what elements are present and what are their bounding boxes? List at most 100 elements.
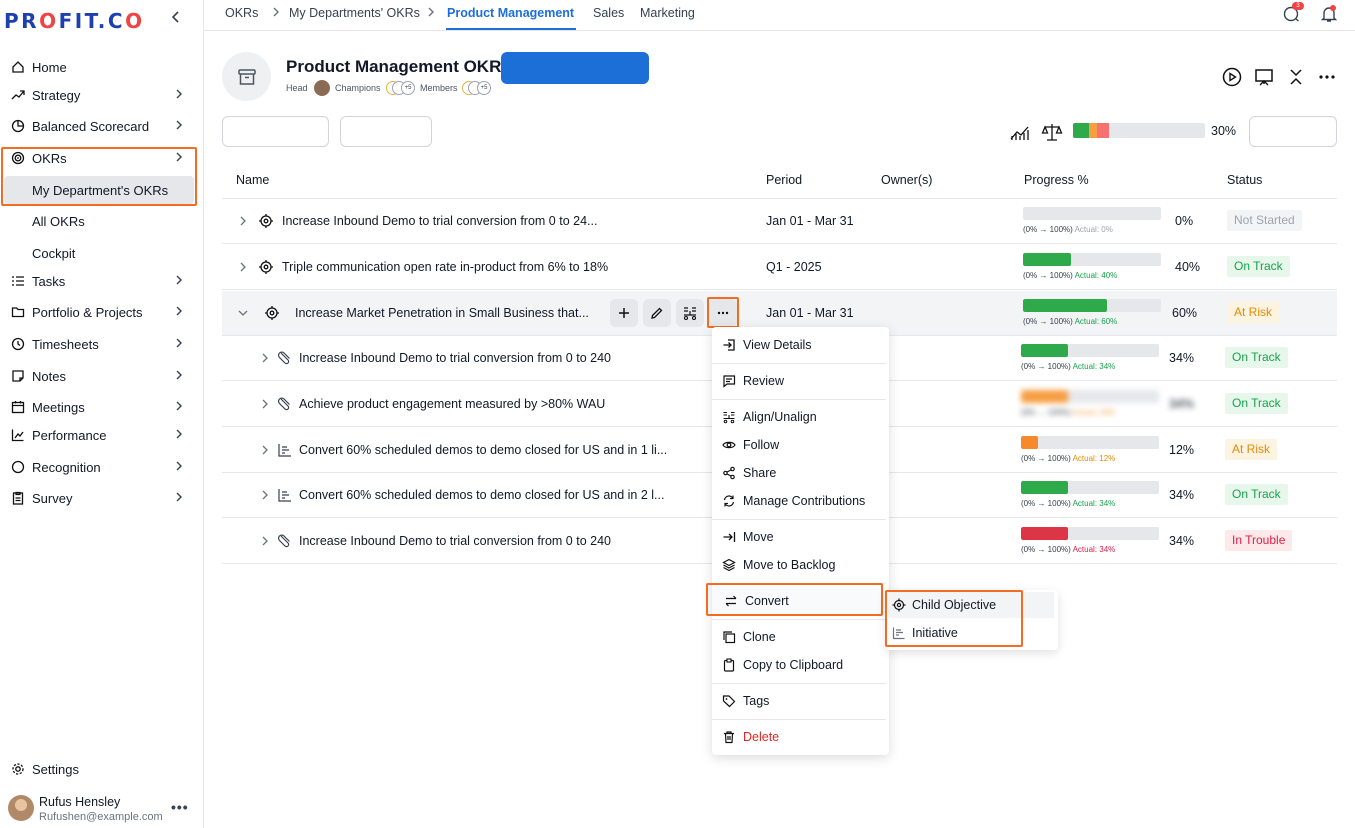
status-badge[interactable]: At Risk [1225, 439, 1278, 460]
tab-marketing[interactable]: Marketing [640, 6, 695, 20]
menu-item-view-details[interactable]: View Details [712, 331, 889, 359]
progress-range: (0% → 100%) [1023, 271, 1073, 280]
balance-scale-icon[interactable] [1041, 121, 1063, 143]
row-name[interactable]: Triple communication open rate in-produc… [282, 260, 608, 274]
row-period: Jan 01 - Mar 31 [766, 214, 854, 228]
user-profile[interactable]: Rufus Hensley Rufushen@example.com ••• [6, 793, 196, 825]
status-badge[interactable]: At Risk [1227, 302, 1280, 323]
chevron-right-icon[interactable] [259, 489, 271, 501]
status-badge[interactable]: On Track [1227, 256, 1290, 277]
sidebar-item-cockpit[interactable]: Cockpit [0, 239, 204, 267]
collapse-icon[interactable] [1285, 66, 1307, 88]
menu-item-delete[interactable]: Delete [712, 723, 889, 751]
chevron-right-icon [172, 399, 186, 413]
sidebar-item-portfolio-projects[interactable]: Portfolio & Projects [0, 298, 204, 326]
trend-chart-icon[interactable] [1009, 121, 1031, 143]
sidebar-item-tasks[interactable]: Tasks [0, 267, 204, 295]
folder-icon [10, 304, 26, 320]
menu-item-manage-contributions[interactable]: Manage Contributions [712, 487, 889, 515]
more-icon[interactable]: ••• [171, 799, 189, 815]
period-selector[interactable] [1249, 116, 1337, 147]
chevron-right-icon[interactable] [259, 398, 271, 410]
menu-item-align-unalign[interactable]: Align/Unalign [712, 403, 889, 431]
collapse-sidebar-icon[interactable] [170, 10, 182, 24]
breadcrumb-my-departments-okrs[interactable]: My Departments' OKRs [289, 6, 420, 20]
sidebar-item-all-okrs[interactable]: All OKRs [0, 207, 204, 235]
row-name[interactable]: Achieve product engagement measured by >… [299, 397, 605, 411]
highlight-submenu [885, 590, 1023, 647]
edit-button[interactable] [643, 299, 671, 327]
sidebar-item-home[interactable]: Home [0, 53, 204, 81]
align-button[interactable] [676, 299, 704, 327]
menu-item-share[interactable]: Share [712, 459, 889, 487]
sidebar-item-recognition[interactable]: Recognition [0, 453, 204, 481]
progress-caption: (0% → 100%) Actual: 34% [1021, 408, 1115, 417]
home-icon [10, 59, 26, 75]
view-button[interactable] [340, 116, 432, 147]
chevron-right-icon[interactable] [259, 444, 271, 456]
add-button[interactable] [610, 299, 638, 327]
presentation-icon[interactable] [1253, 66, 1275, 88]
chevron-down-icon[interactable] [237, 307, 249, 319]
menu-item-follow[interactable]: Follow [712, 431, 889, 459]
column-header-progress[interactable]: Progress % [1024, 173, 1089, 187]
progress-actual: Actual: 34% [1072, 362, 1116, 371]
head-avatar[interactable] [314, 80, 330, 96]
tab-product-management[interactable]: Product Management [447, 6, 574, 20]
column-header-period[interactable]: Period [766, 173, 802, 187]
members-more-count[interactable]: +5 [477, 81, 491, 95]
sidebar-item-balanced-scorecard[interactable]: Balanced Scorecard [0, 112, 204, 140]
bell-icon[interactable] [1319, 4, 1339, 24]
sidebar-item-performance[interactable]: Performance [0, 421, 204, 449]
progress-bar [1021, 390, 1159, 403]
status-badge[interactable]: Not Started [1227, 210, 1302, 231]
progress-actual: Actual: 34% [1072, 408, 1116, 417]
play-icon[interactable] [1221, 66, 1243, 88]
sidebar-item-survey[interactable]: Survey [0, 484, 204, 512]
table-row[interactable]: Triple communication open rate in-produc… [222, 245, 1337, 290]
progress-range: (0% → 100%) [1021, 545, 1071, 554]
chevron-right-icon[interactable] [259, 352, 271, 364]
menu-item-move-to-backlog[interactable]: Move to Backlog [712, 551, 889, 579]
sidebar-item-settings[interactable]: Settings [0, 755, 204, 783]
champions-more-count[interactable]: +5 [401, 81, 415, 95]
menu-item-tags[interactable]: Tags [712, 687, 889, 715]
primary-action-button[interactable] [501, 52, 649, 84]
menu-item-move[interactable]: Move [712, 523, 889, 551]
status-badge[interactable]: On Track [1225, 347, 1288, 368]
chevron-right-icon [172, 273, 186, 287]
chevron-right-icon[interactable] [237, 261, 249, 273]
sidebar-item-meetings[interactable]: Meetings [0, 393, 204, 421]
chevron-right-icon [172, 427, 186, 441]
menu-item-review[interactable]: Review [712, 367, 889, 395]
filter-button[interactable] [222, 116, 329, 147]
column-header-status[interactable]: Status [1227, 173, 1262, 187]
status-badge[interactable]: On Track [1225, 393, 1288, 414]
menu-item-clone[interactable]: Clone [712, 623, 889, 651]
tab-sales[interactable]: Sales [593, 6, 624, 20]
row-name[interactable]: Convert 60% scheduled demos to demo clos… [299, 488, 664, 502]
more-options-icon[interactable] [1316, 66, 1338, 88]
column-header-name[interactable]: Name [236, 173, 269, 187]
chevron-right-icon[interactable] [237, 215, 249, 227]
sidebar-item-timesheets[interactable]: Timesheets [0, 330, 204, 358]
column-header-owners[interactable]: Owner(s) [881, 173, 932, 187]
table-row[interactable]: Increase Inbound Demo to trial conversio… [222, 199, 1337, 244]
menu-item-copy-to-clipboard[interactable]: Copy to Clipboard [712, 651, 889, 679]
row-name[interactable]: Increase Inbound Demo to trial conversio… [299, 534, 611, 548]
status-badge[interactable]: On Track [1225, 484, 1288, 505]
brand-logo[interactable]: PROFIT.CO [4, 9, 145, 33]
chevron-right-icon[interactable] [259, 535, 271, 547]
row-name[interactable]: Increase Inbound Demo to trial conversio… [299, 351, 611, 365]
row-name[interactable]: Increase Inbound Demo to trial conversio… [282, 214, 597, 228]
sidebar-item-strategy[interactable]: Strategy [0, 81, 204, 109]
menu-item-label: Clone [743, 630, 776, 644]
sidebar-item-notes[interactable]: Notes [0, 362, 204, 390]
row-name[interactable]: Convert 60% scheduled demos to demo clos… [299, 443, 667, 457]
status-badge[interactable]: In Trouble [1225, 530, 1293, 551]
eye-icon [722, 438, 736, 452]
row-name[interactable]: Increase Market Penetration in Small Bus… [295, 306, 589, 320]
breadcrumb-okrs[interactable]: OKRs [225, 6, 258, 20]
progress-range: (0% → 100%) [1021, 408, 1071, 417]
avatar [8, 795, 34, 821]
